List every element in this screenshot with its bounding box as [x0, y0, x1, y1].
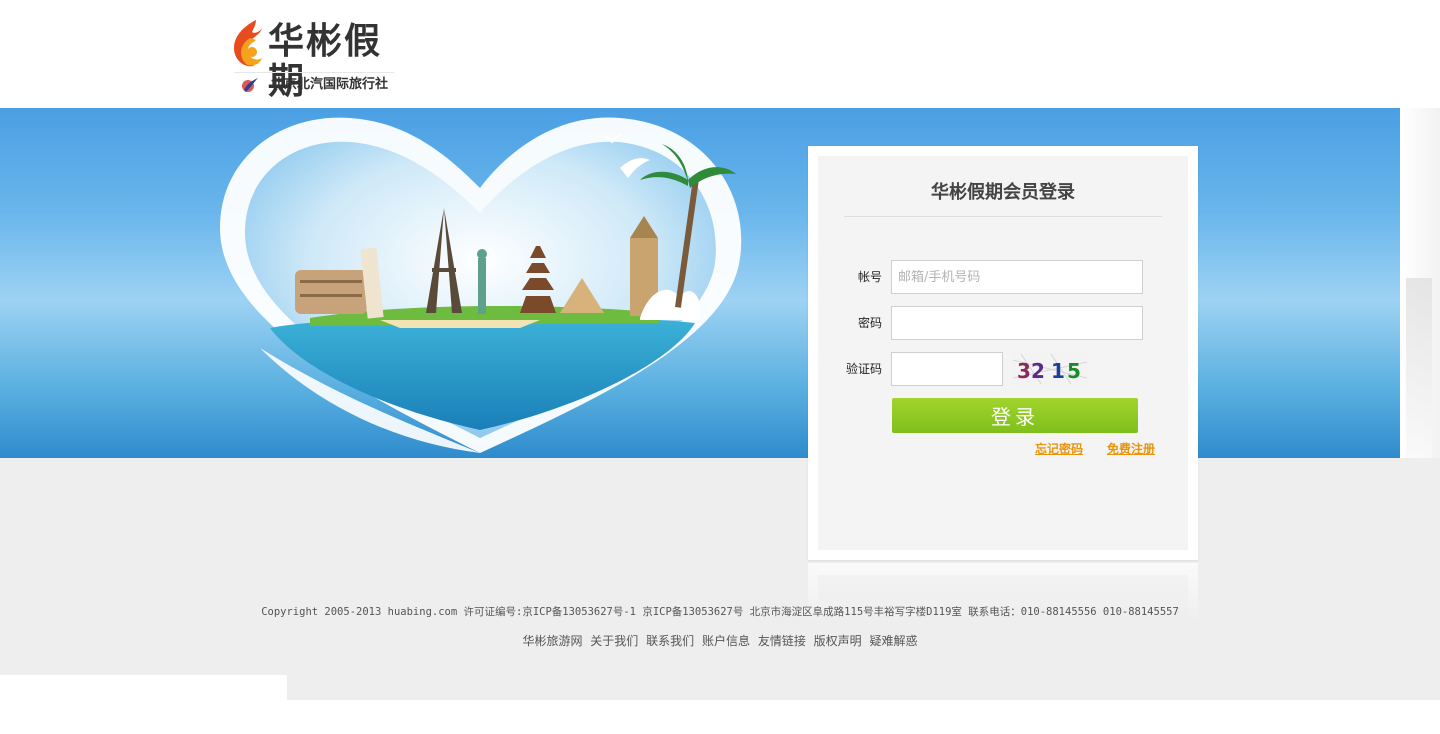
- agency-logo-icon: [242, 78, 258, 92]
- svg-text:3: 3: [1017, 359, 1031, 383]
- register-link[interactable]: 免费注册: [1107, 441, 1155, 457]
- password-label: 密码: [857, 316, 882, 330]
- footer-link-copyright[interactable]: 版权声明: [814, 634, 862, 648]
- header: 华彬假期 北京北汽国际旅行社: [0, 0, 1440, 108]
- captcha-label: 验证码: [845, 362, 882, 376]
- svg-text:1: 1: [1051, 359, 1065, 383]
- copyright-text: Copyright 2005-2013 huabing.com 许可证编号:京I…: [261, 606, 1179, 618]
- logo-divider: [234, 72, 394, 73]
- svg-text:5: 5: [1067, 359, 1081, 383]
- right-edge-strip: [1400, 108, 1440, 508]
- login-title-divider: [844, 216, 1162, 217]
- footer-link-friends[interactable]: 友情链接: [758, 634, 806, 648]
- svg-text:2: 2: [1031, 359, 1045, 383]
- login-button[interactable]: 登录: [892, 398, 1138, 433]
- login-panel: 华彬假期会员登录 帐号 密码 验证码 3 2 1 5 登录 忘记密码 免费注册: [808, 146, 1198, 560]
- footer-links: 华彬旅游网 关于我们 联系我们 账户信息 友情链接 版权声明 疑难解惑: [0, 632, 1440, 649]
- password-input[interactable]: [891, 306, 1143, 340]
- huabing-logo[interactable]: 华彬假期 北京北汽国际旅行社: [226, 16, 406, 102]
- heart-travel-illustration: [220, 117, 742, 453]
- footer-link-about[interactable]: 关于我们: [590, 634, 638, 648]
- captcha-image[interactable]: 3 2 1 5: [1011, 352, 1089, 386]
- logo-subtitle: 北京北汽国际旅行社: [271, 77, 389, 92]
- captcha-graphic: 3 2 1 5: [1011, 352, 1089, 386]
- account-input[interactable]: [891, 260, 1143, 294]
- flame-logo-icon: [234, 20, 262, 67]
- footer-link-account[interactable]: 账户信息: [702, 634, 750, 648]
- footer-link-huabing[interactable]: 华彬旅游网: [522, 634, 582, 648]
- footer-link-contact[interactable]: 联系我们: [646, 634, 694, 648]
- account-label: 帐号: [857, 270, 882, 284]
- lower-background-extension: [287, 675, 1440, 700]
- captcha-input[interactable]: [891, 352, 1003, 386]
- forgot-password-link[interactable]: 忘记密码: [1035, 441, 1083, 457]
- footer-link-faq[interactable]: 疑难解惑: [870, 634, 918, 648]
- login-panel-inner: 华彬假期会员登录 帐号 密码 验证码 3 2 1 5 登录 忘记密码 免费注册: [818, 156, 1188, 550]
- login-title: 华彬假期会员登录: [931, 182, 1075, 203]
